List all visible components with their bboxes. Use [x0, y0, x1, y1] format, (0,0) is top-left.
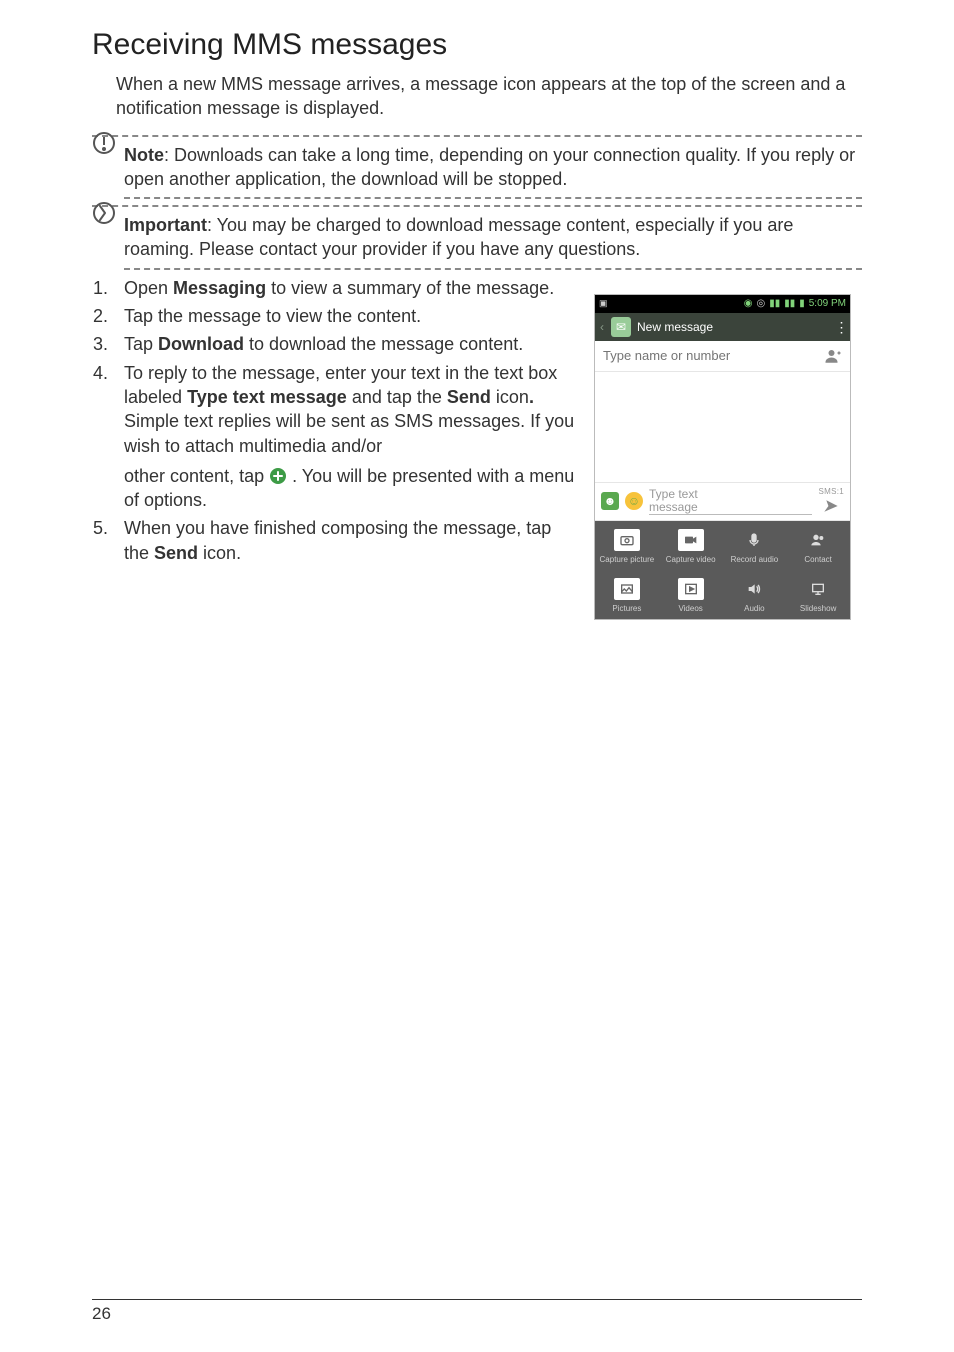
note-icon	[92, 131, 116, 155]
note-text: Note: Downloads can take a long time, de…	[124, 143, 862, 192]
divider	[92, 135, 862, 137]
sms-counter: SMS:1	[818, 487, 844, 496]
text: Send	[154, 543, 198, 563]
battery-icon: ▮	[799, 298, 805, 309]
page-title: Receiving MMS messages	[92, 28, 862, 62]
send-icon[interactable]: ➤	[817, 496, 845, 516]
divider	[92, 205, 862, 207]
recipient-input[interactable]	[603, 348, 824, 363]
attachment-grid: Capture picture Capture video Record aud…	[595, 521, 850, 619]
important-text: Important: You may be charged to downloa…	[124, 213, 862, 262]
label: Audio	[744, 604, 764, 613]
videos-button[interactable]: Videos	[659, 570, 723, 619]
text: Messaging	[173, 278, 266, 298]
slideshow-button[interactable]: Slideshow	[786, 570, 850, 619]
note-label: Note	[124, 145, 164, 165]
pictures-icon	[614, 578, 640, 600]
location-icon: ◎	[756, 298, 765, 309]
text: Open	[124, 278, 173, 298]
capture-video-button[interactable]: Capture video	[659, 521, 723, 570]
important-body: : You may be charged to download message…	[124, 215, 793, 259]
smiley-icon[interactable]: ☺	[625, 492, 643, 510]
steps-list: Open Messaging to view a summary of the …	[92, 276, 576, 565]
overflow-menu-icon[interactable]: ⋮	[830, 319, 850, 335]
microphone-icon	[741, 529, 767, 551]
text: Type text	[649, 488, 812, 501]
capture-picture-button[interactable]: Capture picture	[595, 521, 659, 570]
step-5: When you have finished composing the mes…	[92, 516, 576, 565]
text: to view a summary of the message.	[266, 278, 554, 298]
play-icon	[678, 578, 704, 600]
label: Capture picture	[600, 555, 655, 564]
record-audio-button[interactable]: Record audio	[723, 521, 787, 570]
footer-divider	[92, 1299, 862, 1300]
text: icon.	[198, 543, 241, 563]
text: Download	[158, 334, 244, 354]
intro-paragraph: When a new MMS message arrives, a messag…	[116, 72, 862, 121]
divider	[124, 197, 862, 199]
label: Videos	[678, 604, 702, 613]
important-icon	[92, 201, 116, 225]
app-bar: ‹ ✉ New message ⋮	[595, 313, 850, 341]
message-icon: ✉	[611, 317, 631, 337]
label: Record audio	[731, 555, 779, 564]
step-3: Tap Download to download the message con…	[92, 332, 576, 356]
text: Simple text replies will be sent as SMS …	[124, 411, 574, 455]
step-1: Open Messaging to view a summary of the …	[92, 276, 576, 300]
text: Tap	[124, 334, 158, 354]
divider	[124, 268, 862, 270]
clock: 5:09 PM	[809, 298, 846, 309]
label: Pictures	[612, 604, 641, 613]
step-2: Tap the message to view the content.	[92, 304, 576, 328]
add-contact-icon[interactable]	[824, 347, 842, 365]
text: and tap the	[347, 387, 447, 407]
label: Slideshow	[800, 604, 836, 613]
label: Capture video	[666, 555, 716, 564]
audio-button[interactable]: Audio	[723, 570, 787, 619]
status-bar: ▣ ◉ ◎ ▮▮ ▮▮ ▮ 5:09 PM	[595, 295, 850, 313]
note-body: : Downloads can take a long time, depend…	[124, 145, 855, 189]
speaker-icon	[741, 578, 767, 600]
emoji-icon[interactable]: ☻	[601, 492, 619, 510]
text: message	[649, 501, 812, 514]
text: other content, tap	[124, 466, 269, 486]
step-4: To reply to the message, enter your text…	[92, 361, 576, 513]
text: icon	[491, 387, 529, 407]
text: Type text message	[187, 387, 347, 407]
phone-screenshot: ▣ ◉ ◎ ▮▮ ▮▮ ▮ 5:09 PM ‹ ✉ New message ⋮	[594, 294, 851, 620]
contact-button[interactable]: Contact	[786, 521, 850, 570]
wifi-icon: ◉	[744, 298, 753, 309]
signal-icon: ▮▮	[784, 298, 795, 309]
pictures-button[interactable]: Pictures	[595, 570, 659, 619]
video-camera-icon	[678, 529, 704, 551]
page-number: 26	[92, 1304, 862, 1324]
label: Contact	[804, 555, 832, 564]
signal-icon: ▮▮	[769, 298, 780, 309]
contact-icon	[805, 529, 831, 551]
back-icon[interactable]: ‹	[595, 320, 609, 334]
add-attachment-icon	[269, 467, 287, 485]
text: to download the message content.	[244, 334, 523, 354]
slideshow-icon	[805, 578, 831, 600]
conversation-area	[595, 372, 850, 482]
text: Send	[447, 387, 491, 407]
notification-icon: ▣	[599, 298, 608, 309]
important-label: Important	[124, 215, 207, 235]
compose-input[interactable]: Type text message	[649, 488, 812, 515]
appbar-title: New message	[637, 320, 830, 334]
camera-icon	[614, 529, 640, 551]
